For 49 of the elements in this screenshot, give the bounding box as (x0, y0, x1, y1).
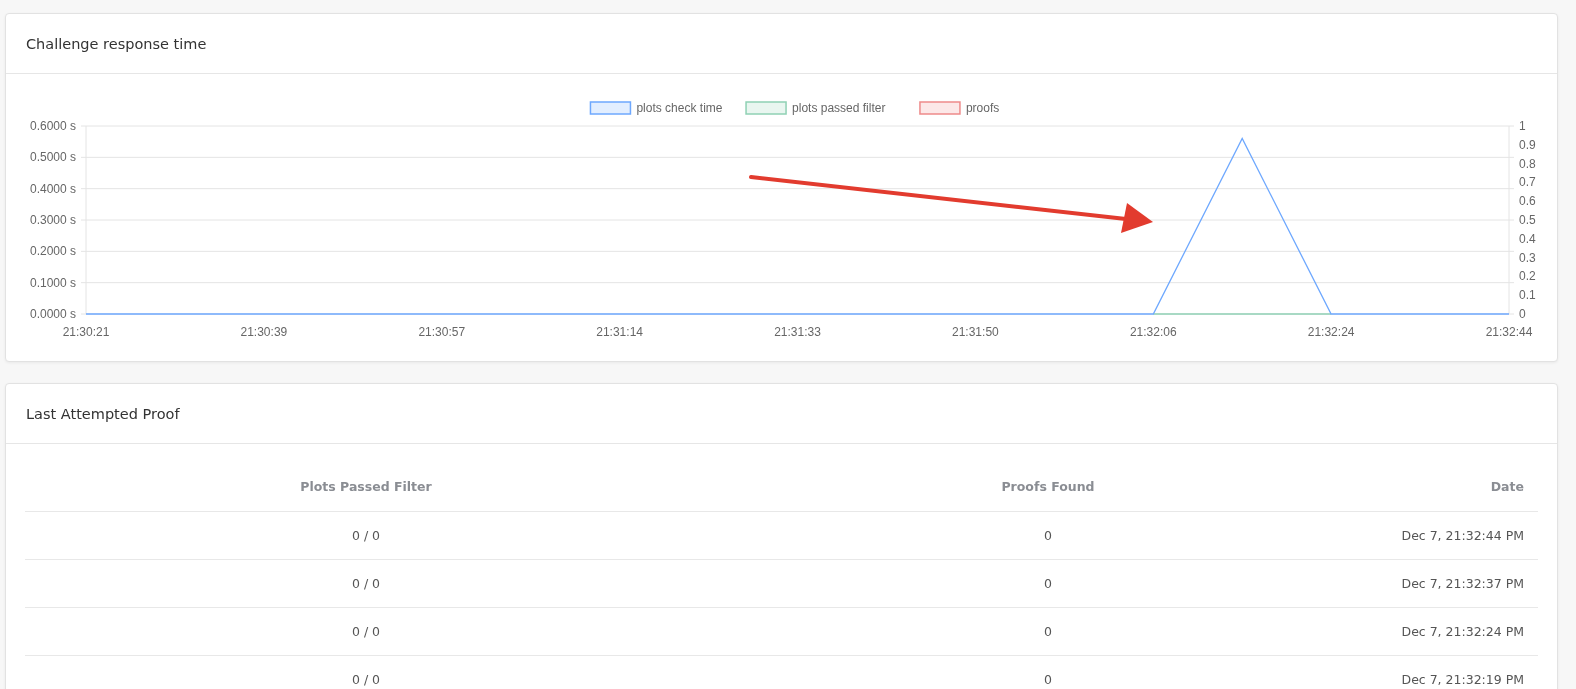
column-header: Plots Passed Filter (300, 479, 432, 494)
x-axis-label: 21:30:21 (62, 325, 110, 339)
table-cell: Dec 7, 21:32:37 PM (1401, 576, 1524, 591)
y-axis-label: 0.2000 s (29, 244, 76, 259)
y-axis-label: 0 (1519, 307, 1526, 321)
table-cell: Dec 7, 21:32:24 PM (1401, 624, 1524, 639)
table-cell: 0 / 0 (351, 672, 381, 687)
table-cell: 0 (1044, 528, 1052, 543)
y-axis-label: 0.3 (1519, 250, 1536, 265)
y-axis-label: 0.5 (1519, 213, 1536, 227)
legend-item[interactable]: plots passed filter (745, 101, 886, 115)
y-axis-label: 0.4000 s (29, 181, 76, 196)
legend-label: proofs (965, 101, 1000, 115)
table-cell: Dec 7, 21:32:19 PM (1401, 672, 1524, 687)
y-axis-label: 0.6 (1519, 194, 1536, 209)
table-cell: 0 (1044, 576, 1052, 591)
table-cell: 0 / 0 (351, 576, 381, 591)
y-axis-label: 1 (1519, 119, 1526, 133)
card-title: Last Attempted Proof (26, 405, 180, 422)
legend-label: plots check time (636, 101, 723, 115)
x-axis-label: 21:32:44 (1485, 325, 1533, 339)
y-axis-label: 0.8 (1519, 156, 1536, 171)
y-axis-label: 0.1000 s (29, 275, 76, 290)
table-cell: 0 / 0 (351, 624, 381, 639)
y-axis-label: 0.9 (1519, 137, 1536, 152)
y-axis-label: 0.5000 s (29, 150, 76, 165)
column-header: Proofs Found (1001, 479, 1095, 494)
legend-label: plots passed filter (792, 101, 886, 115)
x-axis-label: 21:32:06 (1129, 325, 1177, 339)
x-axis-label: 21:31:33 (774, 325, 821, 339)
x-axis-label: 21:31:14 (596, 325, 643, 339)
x-axis-label: 21:31:50 (952, 325, 999, 339)
table-cell: 0 (1044, 624, 1052, 639)
y-axis-label: 0.0000 s (29, 307, 76, 321)
y-axis-label: 0.7 (1519, 175, 1536, 190)
table-cell: Dec 7, 21:32:44 PM (1401, 528, 1524, 543)
x-axis-label: 21:30:39 (240, 325, 288, 339)
column-header: Date (1490, 479, 1524, 494)
y-axis-label: 0.1 (1519, 288, 1536, 303)
x-axis-label: 21:30:57 (418, 325, 466, 339)
table-cell: 0 (1044, 672, 1052, 687)
y-axis-label: 0.6000 s (29, 119, 76, 133)
table-cell: 0 / 0 (351, 528, 381, 543)
legend-item[interactable]: plots check time (589, 101, 723, 115)
x-axis-label: 21:32:24 (1307, 325, 1355, 339)
y-axis-label: 0.4 (1519, 231, 1536, 246)
y-axis-label: 0.2 (1519, 269, 1536, 284)
card-title: Challenge response time (26, 35, 207, 52)
y-axis-label: 0.3000 s (29, 213, 76, 227)
